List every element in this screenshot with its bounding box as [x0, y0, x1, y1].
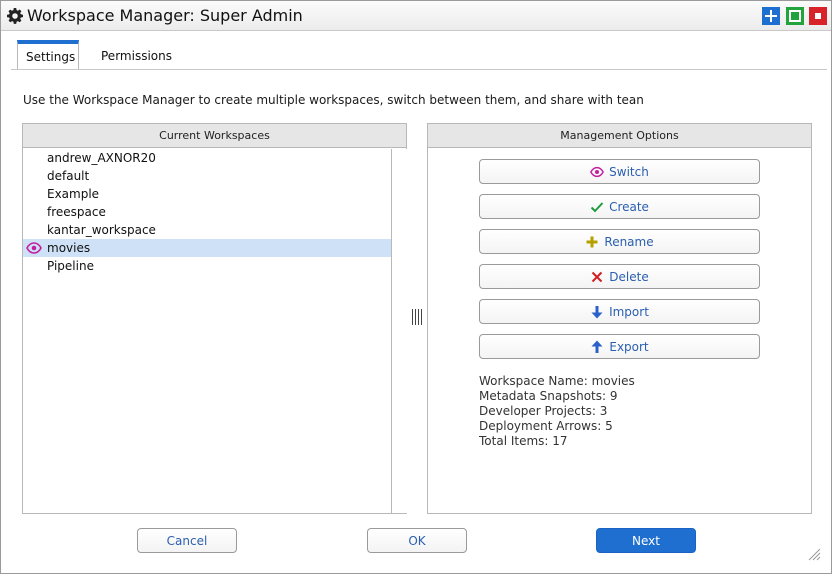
cancel-button[interactable]: Cancel: [137, 528, 237, 553]
workspace-label: kantar_workspace: [47, 223, 156, 237]
description-text: Use the Workspace Manager to create mult…: [23, 93, 644, 107]
metadata-snapshots-info: Metadata Snapshots: 9: [479, 389, 618, 403]
x-icon: [592, 271, 603, 282]
deployment-arrows-info: Deployment Arrows: 5: [479, 419, 613, 433]
eye-icon: [26, 242, 42, 254]
workspace-item[interactable]: andrew_AXNOR20: [23, 149, 391, 167]
workspace-label: freespace: [47, 205, 106, 219]
current-workspaces-panel: Current Workspaces andrew_AXNOR20 defaul…: [22, 123, 407, 514]
current-workspaces-header: Current Workspaces: [23, 124, 406, 148]
workspace-item-selected[interactable]: movies: [23, 239, 391, 257]
close-window-button[interactable]: [809, 7, 827, 25]
workspace-item[interactable]: kantar_workspace: [23, 221, 391, 239]
workspace-label: Pipeline: [47, 259, 94, 273]
tab-divider: [11, 69, 827, 70]
workspace-label: Example: [47, 187, 100, 201]
switch-button[interactable]: Switch: [479, 159, 760, 184]
eye-icon: [590, 166, 605, 177]
import-button-label: Import: [609, 304, 649, 319]
add-window-button[interactable]: [762, 7, 780, 25]
workspace-info: Workspace Name: movies Metadata Snapshot…: [479, 374, 635, 449]
resize-grip-icon[interactable]: [807, 547, 821, 561]
workspace-item[interactable]: Pipeline: [23, 257, 391, 275]
workspace-list-scrollbar[interactable]: [391, 149, 407, 513]
workspace-item[interactable]: default: [23, 167, 391, 185]
plus-icon: [586, 236, 598, 247]
gear-icon: [7, 8, 23, 24]
title-bar[interactable]: Workspace Manager: Super Admin: [1, 1, 831, 31]
export-button-label: Export: [609, 339, 649, 354]
workspace-label: movies: [47, 241, 91, 255]
workspace-item[interactable]: freespace: [23, 203, 391, 221]
plus-icon: [765, 10, 777, 22]
management-options-header: Management Options: [428, 124, 811, 148]
tab-settings[interactable]: Settings: [17, 40, 79, 70]
workspace-label: default: [47, 169, 90, 183]
workspace-manager-window: Workspace Manager: Super Admin Settings …: [0, 0, 832, 574]
export-button[interactable]: Export: [479, 334, 760, 359]
splitter-grip-icon: [412, 309, 422, 325]
next-button[interactable]: Next: [596, 528, 696, 553]
arrow-up-icon: [591, 340, 603, 353]
maximize-icon: [789, 10, 801, 22]
ok-button[interactable]: OK: [367, 528, 467, 553]
create-button-label: Create: [609, 199, 649, 214]
close-icon: [815, 13, 821, 19]
workspace-label: andrew_AXNOR20: [47, 151, 156, 165]
total-items-info: Total Items: 17: [479, 434, 568, 448]
import-button[interactable]: Import: [479, 299, 760, 324]
tab-permissions[interactable]: Permissions: [93, 40, 180, 70]
workspace-item[interactable]: Example: [23, 185, 391, 203]
window-title: Workspace Manager: Super Admin: [27, 6, 303, 25]
arrow-down-icon: [591, 305, 603, 318]
switch-button-label: Switch: [609, 164, 649, 179]
panel-splitter[interactable]: [409, 123, 425, 514]
workspace-list[interactable]: andrew_AXNOR20 default Example freespace…: [23, 149, 391, 513]
management-options-panel: Management Options Switch Create Rename …: [427, 123, 812, 514]
delete-button[interactable]: Delete: [479, 264, 760, 289]
delete-button-label: Delete: [609, 269, 649, 284]
rename-button[interactable]: Rename: [479, 229, 760, 254]
check-icon: [590, 201, 604, 212]
create-button[interactable]: Create: [479, 194, 760, 219]
workspace-name-info: Workspace Name: movies: [479, 374, 635, 388]
rename-button-label: Rename: [604, 234, 654, 249]
maximize-button[interactable]: [786, 7, 804, 25]
developer-projects-info: Developer Projects: 3: [479, 404, 608, 418]
